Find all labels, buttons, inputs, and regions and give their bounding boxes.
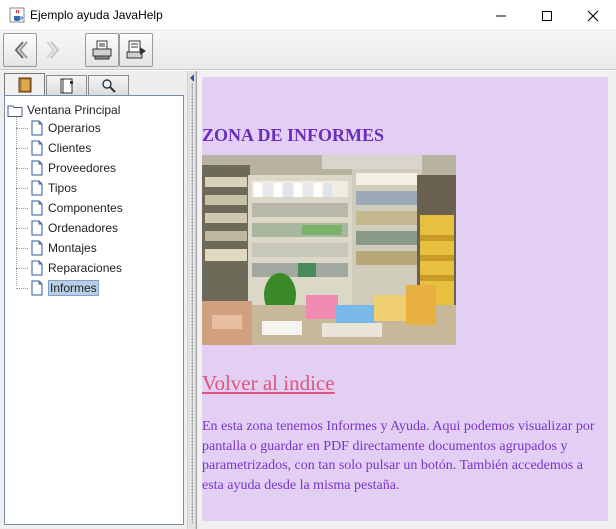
maximize-button[interactable]	[524, 0, 570, 31]
document-icon	[31, 200, 43, 216]
title-bar: Ejemplo ayuda JavaHelp	[0, 0, 616, 31]
tree-item-montajes[interactable]: Montajes	[16, 239, 97, 257]
close-icon	[587, 10, 599, 21]
tree-root-node[interactable]: Ventana Principal	[7, 101, 120, 119]
forward-button[interactable]	[37, 33, 71, 67]
index-book-icon	[60, 78, 73, 93]
tree-item-componentes[interactable]: Componentes	[16, 199, 123, 217]
document-icon	[31, 280, 43, 296]
magnifier-icon	[101, 78, 116, 93]
tree-connector	[16, 187, 28, 189]
printer-icon	[92, 40, 112, 60]
tree-item-label: Tipos	[48, 181, 77, 195]
tree-item-label: Operarios	[48, 121, 101, 135]
tree-connector	[16, 247, 28, 249]
minimize-button[interactable]	[478, 0, 524, 31]
book-icon	[18, 77, 31, 93]
close-button[interactable]	[570, 0, 616, 31]
tree-item-informes[interactable]: Informes	[16, 279, 99, 297]
tree-connector	[16, 167, 28, 169]
content-viewer: ZONA DE INFORMES Volver al indice En est…	[196, 71, 616, 529]
tree-item-label: Clientes	[48, 141, 92, 155]
tab-search[interactable]	[88, 75, 129, 95]
navigator-tabs	[4, 73, 184, 96]
tree-connector	[16, 147, 28, 149]
collapse-arrow-icon[interactable]	[189, 73, 195, 83]
tree-item-ordenadores[interactable]: Ordenadores	[16, 219, 118, 237]
tree-item-label: Reparaciones	[48, 261, 123, 275]
toc-tree: Ventana Principal Operarios Clientes Pro…	[4, 95, 184, 525]
section-description: En esta zona tenemos Informes y Ayuda. A…	[202, 419, 595, 493]
document-icon	[31, 240, 43, 256]
back-to-index-link[interactable]: Volver al indice	[202, 371, 335, 396]
back-button[interactable]	[3, 33, 37, 67]
chevron-right-icon	[46, 41, 60, 59]
document-icon	[31, 160, 43, 176]
tree-item-label: Montajes	[48, 241, 97, 255]
tab-table-of-contents[interactable]	[4, 73, 45, 96]
tree-item-reparaciones[interactable]: Reparaciones	[16, 259, 122, 277]
tree-connector	[16, 227, 28, 229]
tab-index[interactable]	[46, 75, 87, 95]
folder-icon	[7, 105, 23, 117]
tree-item-clientes[interactable]: Clientes	[16, 139, 91, 157]
document-icon	[31, 180, 43, 196]
maximize-icon	[542, 10, 552, 21]
page-setup-button[interactable]	[119, 33, 153, 67]
tree-item-tipos[interactable]: Tipos	[16, 179, 77, 197]
chevron-left-icon	[14, 41, 28, 59]
window-title: Ejemplo ayuda JavaHelp	[30, 8, 163, 22]
tree-root-label: Ventana Principal	[27, 103, 121, 117]
tree-item-proveedores[interactable]: Proveedores	[16, 159, 116, 177]
tree-connector	[16, 287, 28, 289]
page-setup-icon	[126, 40, 146, 59]
print-button[interactable]	[85, 33, 119, 67]
tree-item-label: Ordenadores	[48, 221, 119, 235]
divider-grip	[191, 83, 193, 523]
help-page: ZONA DE INFORMES Volver al indice En est…	[202, 77, 608, 521]
tree-item-label-selected: Informes	[48, 280, 99, 296]
document-icon	[31, 220, 43, 236]
office-shelves-photo	[202, 155, 456, 345]
document-icon	[31, 120, 43, 136]
tree-connector	[16, 127, 28, 129]
page-title: ZONA DE INFORMES	[202, 125, 385, 145]
java-cup-icon	[9, 7, 25, 23]
tree-item-label: Componentes	[48, 201, 123, 215]
tree-connector	[16, 207, 28, 209]
tree-item-operarios[interactable]: Operarios	[16, 119, 101, 137]
document-icon	[31, 260, 43, 276]
document-icon	[31, 140, 43, 156]
tree-item-label: Proveedores	[48, 161, 117, 175]
minimize-icon	[496, 15, 506, 16]
split-pane-divider[interactable]	[187, 71, 196, 529]
help-navigator: Ventana Principal Operarios Clientes Pro…	[0, 71, 187, 529]
tree-connector	[16, 267, 28, 269]
toolbar	[0, 31, 616, 70]
